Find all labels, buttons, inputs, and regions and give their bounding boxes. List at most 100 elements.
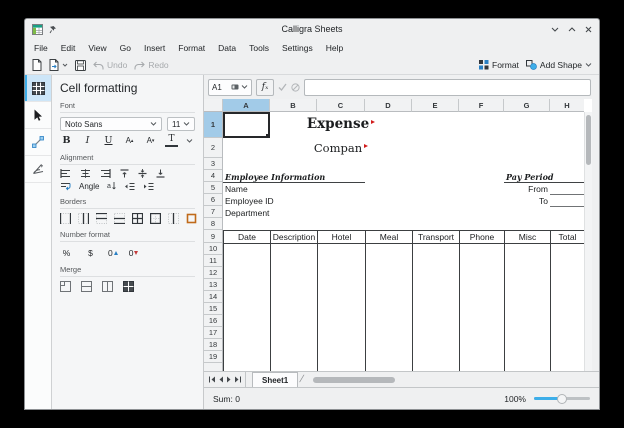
minimize-button[interactable]	[551, 27, 559, 32]
insert-function-button[interactable]: fₓ	[256, 79, 274, 96]
column-header[interactable]: B	[270, 99, 317, 112]
cancel-formula-button[interactable]	[291, 83, 300, 92]
column-header[interactable]: F	[459, 99, 504, 112]
save-button[interactable]	[75, 60, 86, 71]
column-header[interactable]: G	[504, 99, 550, 112]
increase-indent-button[interactable]	[143, 182, 154, 191]
percent-format-button[interactable]: %	[60, 246, 73, 259]
column-header[interactable]: A	[223, 99, 270, 112]
decrease-precision-button[interactable]: 0	[129, 248, 139, 258]
menu-item[interactable]: File	[34, 43, 48, 53]
subscript-button[interactable]: A▾	[144, 134, 157, 147]
underline-button[interactable]: U	[102, 134, 115, 147]
spreadsheet-grid[interactable]: ABCDEFGH 12345678910111213141516171819 E…	[204, 99, 592, 371]
row-header[interactable]: 14	[204, 291, 222, 303]
row-header[interactable]: 15	[204, 303, 222, 315]
corner-header[interactable]	[204, 99, 223, 112]
font-family-select[interactable]: Noto Sans	[60, 117, 162, 131]
next-sheet-button[interactable]	[226, 376, 232, 383]
menu-item[interactable]: View	[88, 43, 106, 53]
menu-item[interactable]: Tools	[249, 43, 269, 53]
menu-item[interactable]: Insert	[144, 43, 165, 53]
row-header[interactable]: 13	[204, 279, 222, 291]
row-header[interactable]: 4	[204, 170, 222, 182]
menu-item[interactable]: Settings	[282, 43, 313, 53]
selected-cell-a1[interactable]	[223, 112, 270, 138]
row-header[interactable]: 19	[204, 351, 222, 363]
vertical-scrollbar-thumb[interactable]	[586, 115, 591, 165]
align-left-button[interactable]	[60, 169, 71, 178]
merge-horizontal-button[interactable]	[81, 281, 92, 292]
currency-format-button[interactable]: $	[84, 246, 97, 259]
menu-item[interactable]: Format	[178, 43, 205, 53]
wrap-text-button[interactable]	[60, 182, 71, 191]
align-bottom-button[interactable]	[156, 169, 165, 178]
zoom-slider[interactable]	[534, 397, 590, 400]
row-header[interactable]: 12	[204, 267, 222, 279]
new-document-button[interactable]	[32, 59, 42, 71]
first-sheet-button[interactable]	[208, 376, 216, 383]
open-document-button[interactable]	[49, 59, 68, 71]
last-sheet-button[interactable]	[234, 376, 242, 383]
vertical-scrollbar[interactable]	[584, 112, 592, 371]
column-header[interactable]: C	[317, 99, 365, 112]
font-size-select[interactable]: 11	[167, 117, 195, 131]
row-header[interactable]: 9	[204, 230, 222, 243]
border-vertical-button[interactable]	[60, 213, 71, 224]
calligraphy-tool-button[interactable]	[25, 156, 51, 183]
text-color-button[interactable]: T	[165, 134, 178, 147]
border-color-button[interactable]	[186, 213, 197, 224]
border-inner-button[interactable]	[168, 213, 179, 224]
menu-item[interactable]: Help	[326, 43, 343, 53]
row-header[interactable]: 10	[204, 243, 222, 255]
align-center-button[interactable]	[80, 169, 91, 178]
decrease-indent-button[interactable]	[124, 182, 135, 191]
fill-handle[interactable]	[266, 134, 270, 138]
unmerge-cells-button[interactable]	[123, 281, 134, 292]
connector-tool-button[interactable]	[25, 129, 51, 156]
redo-button[interactable]: Redo	[134, 60, 168, 70]
increase-precision-button[interactable]: 0	[108, 248, 118, 258]
row-header[interactable]: 16	[204, 315, 222, 327]
horizontal-scrollbar-thumb[interactable]	[313, 377, 395, 383]
row-header[interactable]: 18	[204, 339, 222, 351]
row-header[interactable]: 17	[204, 327, 222, 339]
column-header[interactable]: E	[412, 99, 459, 112]
italic-button[interactable]: I	[81, 134, 94, 147]
border-outer-button[interactable]	[150, 213, 161, 224]
align-middle-button[interactable]	[138, 169, 147, 178]
close-button[interactable]	[585, 26, 592, 33]
add-shape-button[interactable]: Add Shape	[526, 60, 592, 70]
menu-item[interactable]: Data	[218, 43, 236, 53]
zoom-slider-knob[interactable]	[557, 394, 567, 404]
border-bottom-button[interactable]	[114, 213, 125, 224]
previous-sheet-button[interactable]	[218, 376, 224, 383]
tab-sheet1[interactable]: Sheet1	[252, 372, 298, 387]
row-header[interactable]: 6	[204, 194, 222, 206]
border-top-button[interactable]	[96, 213, 107, 224]
border-all-button[interactable]	[132, 213, 143, 224]
format-button[interactable]: Format	[479, 60, 519, 70]
merge-cells-button[interactable]	[60, 281, 71, 292]
apply-formula-button[interactable]	[278, 83, 287, 91]
text-color-chevron[interactable]	[186, 139, 193, 143]
shape-select-tool-button[interactable]	[25, 102, 51, 129]
row-header[interactable]: 5	[204, 182, 222, 194]
column-header[interactable]: D	[365, 99, 412, 112]
undo-button[interactable]: Undo	[93, 60, 127, 70]
border-right-button[interactable]	[78, 213, 89, 224]
chevron-down-icon[interactable]	[241, 85, 248, 89]
cell-tool-button[interactable]	[25, 75, 51, 102]
row-header[interactable]: 8	[204, 218, 222, 230]
column-header[interactable]: H	[550, 99, 584, 112]
row-header[interactable]: 1	[204, 112, 222, 138]
open-dropdown-chevron[interactable]	[62, 63, 68, 67]
maximize-button[interactable]	[568, 27, 576, 32]
align-top-button[interactable]	[120, 169, 129, 178]
row-header[interactable]: 7	[204, 206, 222, 218]
bold-button[interactable]: B	[60, 134, 73, 147]
vertical-text-button[interactable]: a	[107, 181, 116, 191]
superscript-button[interactable]: A▴	[123, 134, 136, 147]
cell-reference-box[interactable]: A1	[208, 79, 252, 96]
menu-item[interactable]: Go	[120, 43, 131, 53]
